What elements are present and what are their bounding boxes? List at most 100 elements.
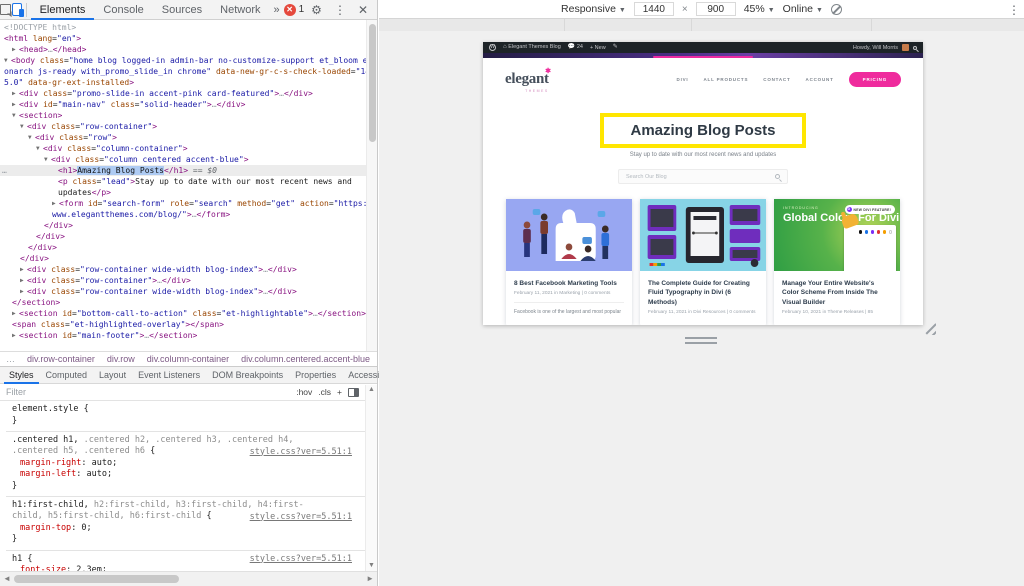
tab-styles[interactable]: Styles <box>4 366 39 384</box>
scroll-up-arrow[interactable]: ▲ <box>366 385 377 395</box>
dom-tree-line[interactable]: ▶ <div id="main-nav" class="solid-header"… <box>0 99 366 110</box>
wordpress-logo-icon[interactable]: W <box>489 44 496 51</box>
nav-item-all-products[interactable]: ALL PRODUCTS <box>703 77 748 82</box>
dom-tree-line[interactable]: ▶ <section id="main-footer">…</section> <box>0 330 366 341</box>
pricing-button[interactable]: PRICING <box>848 71 901 87</box>
viewport-height-input[interactable] <box>695 2 736 16</box>
more-tabs-button[interactable]: » <box>269 4 283 16</box>
computed-sidebar-toggle-icon[interactable] <box>348 387 359 397</box>
dom-tree-line[interactable]: ▼ <div class="column-container"> <box>0 143 366 154</box>
settings-gear-icon[interactable]: ⚙ <box>306 3 327 17</box>
admin-bar-site-link[interactable]: ⌂ Elegant Themes Blog <box>503 42 561 53</box>
edit-icon[interactable]: ✎ <box>613 42 618 53</box>
error-badge[interactable]: ✕ 1 <box>283 3 304 16</box>
dom-tree-line[interactable]: 5.0" data-gr-ext-installed> <box>0 77 366 88</box>
css-rules-line[interactable]: .centered h1, .centered h2, .centered h3… <box>6 431 366 457</box>
dom-tree-line[interactable]: ▼ <div class="row-container"> <box>0 121 366 132</box>
horizontal-scrollbar-thumb[interactable] <box>14 575 179 583</box>
viewport-resize-handle-corner[interactable] <box>924 323 936 335</box>
elegant-themes-logo[interactable]: elegant ✱ THEMES <box>505 68 551 93</box>
css-rules-line[interactable]: } <box>6 481 366 493</box>
dom-tree-line[interactable]: </div> <box>0 242 366 253</box>
dom-tree-line[interactable]: ▶ <head>…</head> <box>0 44 366 55</box>
admin-bar-howdy[interactable]: Howdy, Will Morris <box>853 45 898 51</box>
breadcrumb-item[interactable]: div.column-container <box>147 354 229 364</box>
admin-bar-comments[interactable]: 💬 24 <box>568 42 583 53</box>
throttling-icon[interactable] <box>830 3 842 15</box>
styles-scrollbar[interactable]: ▲ ▼ <box>365 385 377 571</box>
media-query-bar[interactable] <box>379 19 1024 31</box>
tab-sources[interactable]: Sources <box>153 0 211 20</box>
blog-card-facebook-tools[interactable]: 8 Best Facebook Marketing Tools February… <box>506 199 632 325</box>
css-rules[interactable]: element.style {} .centered h1, .centered … <box>0 401 366 571</box>
css-rules-line[interactable]: margin-right: auto; <box>6 458 366 470</box>
dom-tree[interactable]: <!DOCTYPE html> <html lang="en"> ▶ <head>…<… <box>0 20 366 351</box>
admin-search-icon[interactable] <box>913 45 917 50</box>
dom-tree-line[interactable]: www.elegantthemes.com/blog/">…</form> <box>0 209 366 220</box>
nav-item-account[interactable]: ACCOUNT <box>806 77 834 82</box>
styles-horizontal-scrollbar[interactable]: ◄ ► <box>0 571 377 586</box>
dom-tree-line[interactable]: <html lang="en"> <box>0 33 366 44</box>
dom-tree-line[interactable]: ▶ <div class="promo-slide-in accent-pink … <box>0 88 366 99</box>
breadcrumb-item[interactable]: div.row-container <box>27 354 95 364</box>
dom-tree-line[interactable]: ▶ <div class="row-container wide-width bl… <box>0 264 366 275</box>
nav-item-contact[interactable]: CONTACT <box>763 77 790 82</box>
tab-elements[interactable]: Elements <box>30 0 95 20</box>
tab-properties[interactable]: Properties <box>290 366 341 384</box>
dom-tree-line[interactable]: ▶ <div class="row-container">…</div> <box>0 275 366 286</box>
breadcrumb-item[interactable]: div.row <box>107 354 135 364</box>
blog-search-input[interactable]: Search Our Blog <box>618 169 788 184</box>
css-rules-line[interactable]: margin-top: 0; <box>6 523 366 535</box>
tab-event-listeners[interactable]: Event Listeners <box>133 366 205 384</box>
network-throttle-select[interactable]: Online ▼ <box>783 3 823 15</box>
dom-tree-line[interactable]: </div> <box>0 220 366 231</box>
css-rules-line[interactable]: } <box>6 534 366 546</box>
close-devtools-icon[interactable]: ✕ <box>353 3 373 17</box>
dom-tree-line[interactable]: </div> <box>0 231 366 242</box>
css-rules-line[interactable]: margin-left: auto; <box>6 469 366 481</box>
search-icon[interactable] <box>775 174 780 179</box>
tab-dom-breakpoints[interactable]: DOM Breakpoints <box>207 366 288 384</box>
dom-tree-line[interactable]: <!DOCTYPE html> <box>0 22 366 33</box>
new-style-rule-button[interactable]: + <box>337 387 342 397</box>
css-rules-line[interactable]: h1 {style.css?ver=5.51:1 <box>6 549 366 565</box>
scroll-down-arrow[interactable]: ▼ <box>366 561 377 571</box>
viewport-resize-handle-bottom[interactable] <box>685 337 717 344</box>
dom-tree-line[interactable]: ▶ <form id="search-form" role="search" me… <box>0 198 366 209</box>
nav-item-divi[interactable]: DIVI <box>677 77 689 82</box>
tab-layout[interactable]: Layout <box>94 366 131 384</box>
styles-filter-input[interactable] <box>6 385 291 399</box>
css-rules-line[interactable]: } <box>6 416 366 428</box>
class-toggle[interactable]: .cls <box>318 387 331 397</box>
blog-card-global-colors[interactable]: INTRODUCING Global Colors For Divi D NEW… <box>774 199 900 325</box>
dom-tree-line[interactable]: ▶ <div class="row-container wide-width bl… <box>0 286 366 297</box>
dom-tree-line[interactable]: </section> <box>0 297 366 308</box>
css-rules-line[interactable]: element.style { <box>6 404 366 416</box>
viewport-width-input[interactable] <box>633 2 674 16</box>
zoom-select[interactable]: 45% ▼ <box>744 3 775 15</box>
dom-tree-line[interactable]: onarch js-ready with_promo_slide_in chro… <box>0 66 366 77</box>
admin-bar-new-button[interactable]: + New <box>590 45 606 51</box>
elements-scrollbar-thumb[interactable] <box>369 24 376 142</box>
dom-tree-line[interactable]: ▶ <section id="bottom-call-to-action" cla… <box>0 308 366 319</box>
breadcrumb-item[interactable]: div.column.centered.accent-blue <box>241 354 370 364</box>
devtools-menu-icon[interactable]: ⋮ <box>329 3 351 17</box>
tab-console[interactable]: Console <box>94 0 152 20</box>
dom-tree-line[interactable]: <p class="lead">Stay up to date with our… <box>0 176 366 187</box>
css-rules-line[interactable]: child, h5:first-child, h6:first-child { <box>6 511 366 523</box>
post-title[interactable]: Manage Your Entire Website's Color Schem… <box>782 279 892 307</box>
post-title[interactable]: 8 Best Facebook Marketing Tools <box>514 279 624 288</box>
device-toolbar-menu-icon[interactable]: ⋮ <box>1008 3 1020 17</box>
css-rules-line[interactable]: .centered h5, .centered h6 { <box>6 446 366 458</box>
css-rules-line[interactable]: h1:first-child, h2:first-child, h3:first… <box>6 496 366 522</box>
dom-tree-line[interactable]: ▼ <div class="row"> <box>0 132 366 143</box>
post-title[interactable]: The Complete Guide for Creating Fluid Ty… <box>648 279 758 307</box>
device-type-select[interactable]: Responsive ▼ <box>561 3 626 15</box>
dom-tree-line[interactable]: <span class="et-highlighted-overlay"></s… <box>0 319 366 330</box>
tab-network[interactable]: Network <box>211 0 269 20</box>
breadcrumb-overflow-left[interactable]: … <box>6 354 15 364</box>
inspect-element-button[interactable] <box>0 0 12 20</box>
scroll-left-arrow[interactable]: ◄ <box>3 574 11 583</box>
dom-tree-line[interactable]: ▼ <div class="column centered accent-blue… <box>0 154 366 165</box>
scroll-right-arrow[interactable]: ► <box>366 574 374 583</box>
